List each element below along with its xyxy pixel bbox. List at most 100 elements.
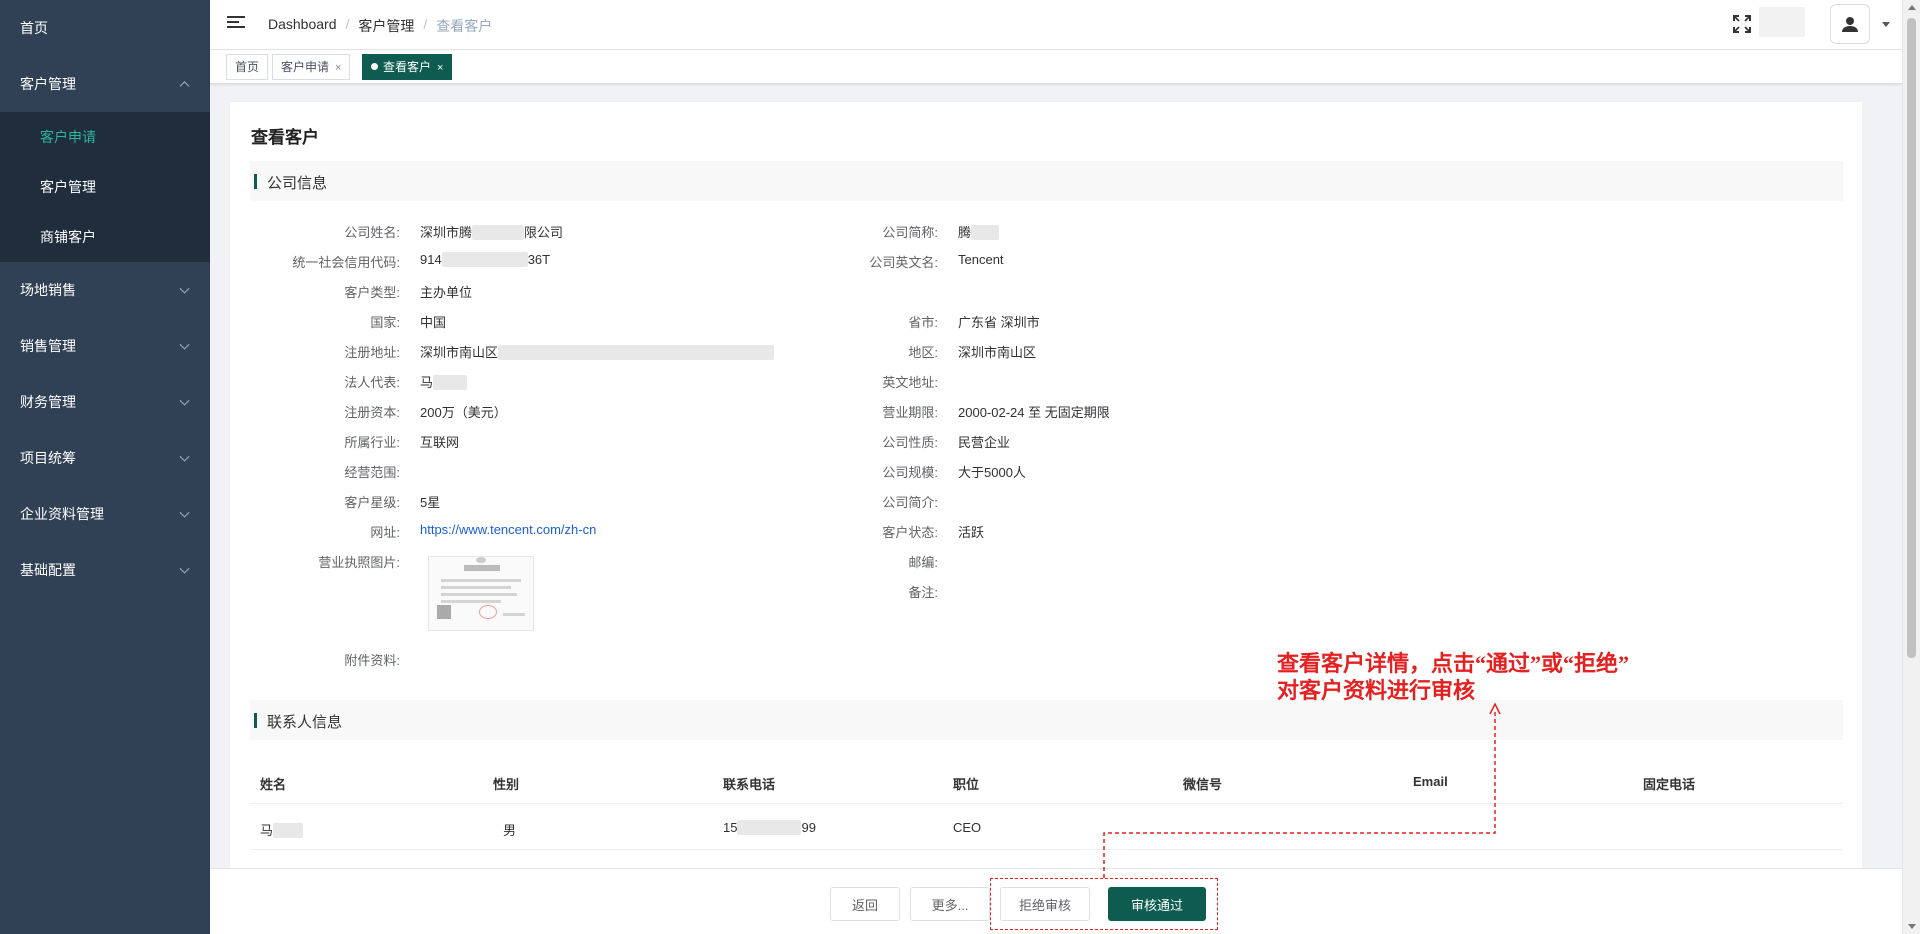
sidebar-item-label: 企业资料管理 — [20, 506, 104, 522]
capital-label: 注册资本: — [344, 405, 400, 420]
column-header: 联系电话 — [723, 777, 776, 792]
sidebar-item-customer-application[interactable]: 客户申请 — [0, 112, 210, 162]
country-label: 国家: — [370, 315, 400, 330]
redacted-mask — [737, 820, 802, 835]
sidebar-item-customer-list[interactable]: 客户管理 — [0, 162, 210, 212]
sidebar-item-finance[interactable]: 财务管理 — [0, 374, 210, 430]
sidebar-item-sales-management[interactable]: 销售管理 — [0, 318, 210, 374]
customer-status-label: 客户状态: — [882, 525, 938, 540]
sidebar-item-basic-config[interactable]: 基础配置 — [0, 542, 210, 598]
navbar: Dashboard / 客户管理 / 查看客户 — [210, 0, 1902, 50]
company-name-value: 深圳市腾 限公司 — [420, 225, 564, 240]
province-label: 省市: — [908, 315, 938, 330]
zip-label: 邮编: — [908, 555, 938, 570]
company-size-value: 大于5000人 — [958, 465, 1026, 480]
company-intro-label: 公司简介: — [882, 495, 938, 510]
section-bar — [254, 713, 257, 728]
sidebar-item-project[interactable]: 项目统筹 — [0, 430, 210, 486]
company-nature-label: 公司性质: — [882, 435, 938, 450]
sidebar-item-home[interactable]: 首页 — [0, 0, 210, 56]
back-button[interactable]: 返回 — [830, 887, 900, 921]
address-label: 注册地址: — [344, 345, 400, 360]
license-image-label: 营业执照图片: — [318, 555, 400, 570]
sidebar-item-customer-management[interactable]: 客户管理 — [0, 56, 210, 112]
tag-customer-application[interactable]: 客户申请 × — [272, 54, 351, 80]
remark-label: 备注: — [908, 585, 938, 600]
hamburger-icon[interactable] — [227, 16, 245, 32]
close-icon[interactable]: × — [437, 62, 443, 74]
business-term-label: 营业期限: — [882, 405, 938, 420]
section-bar — [254, 174, 257, 189]
chevron-down-icon — [179, 339, 190, 350]
tag-view-customer[interactable]: 查看客户 × — [362, 54, 453, 80]
fullscreen-icon[interactable] — [1732, 14, 1752, 34]
english-name-label: 公司英文名: — [869, 255, 938, 270]
scroll-up-icon[interactable] — [1908, 5, 1916, 10]
sidebar-item-venue-sales[interactable]: 场地销售 — [0, 262, 210, 318]
customer-detail-card: 查看客户 公司信息 公司姓名: 深圳市腾 限公司 公司简称: 腾 统一社会信用代码… — [230, 102, 1862, 868]
chevron-down-icon — [179, 507, 190, 518]
website-link[interactable]: https://www.tencent.com/zh-cn — [420, 522, 596, 537]
contact-info-header: 联系人信息 — [250, 700, 1843, 740]
sidebar: 首页 客户管理 客户申请 客户管理 商铺客户 场地销售 销售管理 财务管理 项目… — [0, 0, 210, 934]
contact-position: CEO — [953, 820, 982, 835]
tags-view: 首页 客户申请 × 查看客户 × — [210, 50, 1902, 84]
contact-table-header: 姓名 性别 联系电话 职位 微信号 Email 固定电话 — [250, 758, 1843, 804]
size-select-placeholder[interactable] — [1759, 7, 1805, 37]
website-label: 网址: — [370, 525, 400, 540]
company-size-label: 公司规模: — [882, 465, 938, 480]
sidebar-item-label: 基础配置 — [20, 562, 76, 578]
column-header: 姓名 — [260, 777, 287, 792]
scrollbar[interactable] — [1902, 0, 1920, 934]
scrollbar-thumb[interactable] — [1907, 18, 1916, 658]
sidebar-item-label: 客户管理 — [40, 179, 96, 195]
business-license-thumbnail[interactable] — [428, 556, 534, 631]
english-name-value: Tencent — [958, 252, 1004, 267]
address-value: 深圳市南山区 — [420, 342, 775, 361]
redacted-mask — [433, 375, 468, 390]
sidebar-item-label: 商铺客户 — [40, 229, 96, 245]
page-title: 查看客户 — [251, 128, 319, 147]
scroll-down-icon[interactable] — [1908, 924, 1916, 929]
company-nature-value: 民营企业 — [958, 435, 1011, 450]
sidebar-item-enterprise-docs[interactable]: 企业资料管理 — [0, 486, 210, 542]
annotation-highlight-box — [990, 878, 1218, 930]
legal-rep-label: 法人代表: — [344, 375, 400, 390]
sidebar-item-shop-customer[interactable]: 商铺客户 — [0, 212, 210, 262]
tag-label: 首页 — [235, 60, 260, 74]
column-header: 性别 — [493, 777, 520, 792]
redacted-mask — [971, 225, 1000, 240]
sidebar-item-label: 客户管理 — [20, 76, 76, 92]
customer-type-label: 客户类型: — [344, 285, 400, 300]
customer-star-value: 5星 — [420, 495, 441, 510]
industry-label: 所属行业: — [344, 435, 400, 450]
tag-label: 客户申请 — [281, 60, 330, 74]
redacted-mask — [472, 225, 525, 240]
caret-down-icon[interactable] — [1882, 22, 1890, 27]
chevron-down-icon — [179, 283, 190, 294]
company-short-value: 腾 — [958, 222, 1000, 241]
english-address-label: 英文地址: — [882, 375, 938, 390]
business-term-value: 2000-02-24 至 无固定期限 — [958, 405, 1110, 420]
breadcrumb-item[interactable]: Dashboard — [268, 16, 337, 36]
district-value: 深圳市南山区 — [958, 345, 1037, 360]
tag-home[interactable]: 首页 — [226, 54, 269, 80]
customer-status-value: 活跃 — [958, 525, 985, 540]
breadcrumb-item-current: 查看客户 — [436, 18, 493, 34]
province-value: 广东省 深圳市 — [958, 315, 1040, 330]
avatar[interactable] — [1830, 4, 1870, 44]
active-dot-icon — [371, 63, 378, 70]
more-button[interactable]: 更多... — [910, 887, 990, 921]
breadcrumb-separator: / — [345, 16, 350, 32]
close-icon[interactable]: × — [335, 62, 341, 74]
company-name-label: 公司姓名: — [344, 225, 400, 240]
customer-type-value: 主办单位 — [420, 285, 473, 300]
table-row: 马 男 15 99 CEO — [250, 804, 1843, 850]
credit-code-label: 统一社会信用代码: — [292, 255, 400, 270]
breadcrumb-item[interactable]: 客户管理 — [358, 16, 414, 36]
sidebar-submenu: 客户申请 客户管理 商铺客户 — [0, 112, 210, 262]
sidebar-item-label: 场地销售 — [20, 282, 76, 298]
redacted-mask — [498, 345, 775, 360]
capital-value: 200万（美元） — [420, 405, 507, 420]
sidebar-item-label: 客户申请 — [40, 129, 96, 145]
